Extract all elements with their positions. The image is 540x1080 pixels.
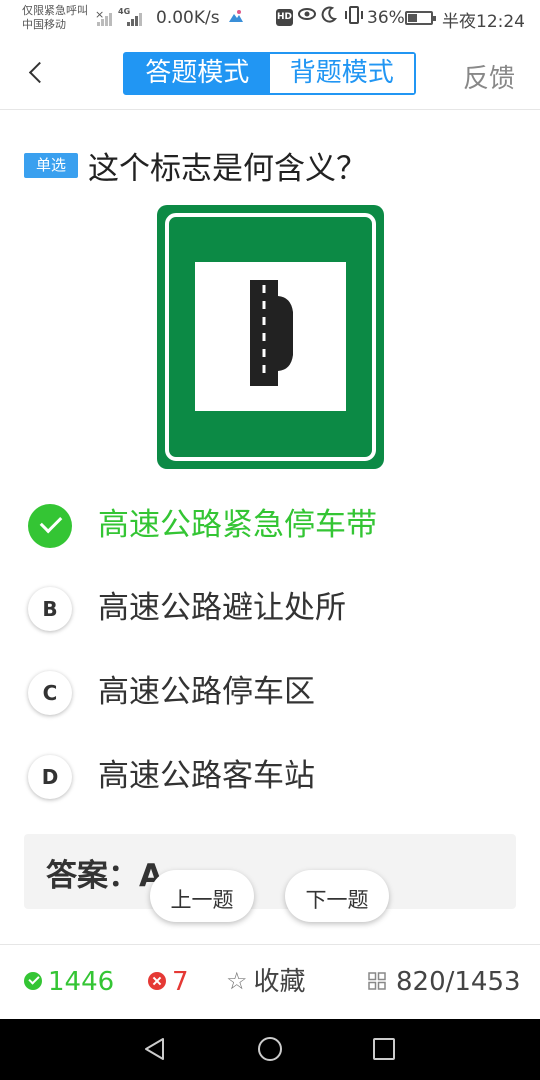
traffic-sign-image bbox=[157, 205, 384, 469]
no-signal-icon: × bbox=[95, 8, 105, 21]
favorite-label: 收藏 bbox=[253, 967, 306, 997]
next-question-button[interactable]: 下一题 bbox=[285, 870, 389, 922]
signal-strength-icon bbox=[127, 10, 142, 26]
option-c[interactable]: C 高速公路停车区 bbox=[28, 665, 508, 721]
hd-voice-icon: HD bbox=[276, 9, 293, 26]
bottom-toolbar: 1446 7 ☆ 收藏 820/1453 bbox=[0, 944, 540, 1019]
eye-comfort-icon bbox=[297, 6, 317, 27]
wrong-x-icon bbox=[148, 971, 166, 990]
grid-icon bbox=[368, 971, 386, 990]
wrong-count[interactable]: 7 bbox=[148, 966, 189, 998]
option-letter-badge: D bbox=[28, 755, 72, 799]
option-letter-badge: B bbox=[28, 587, 72, 631]
tab-memorize-mode[interactable]: 背题模式 bbox=[269, 54, 414, 93]
option-d[interactable]: D 高速公路客车站 bbox=[28, 749, 508, 805]
option-a[interactable]: 高速公路紧急停车带 bbox=[28, 498, 508, 554]
emergency-only-text: 仅限紧急呼叫 bbox=[22, 4, 88, 17]
network-speed: 0.00K/s bbox=[156, 8, 220, 28]
option-text: 高速公路客车站 bbox=[98, 758, 315, 794]
status-bar: 仅限紧急呼叫 中国移动 × 4G 0.00K/s HD 36% 半夜12:24 bbox=[0, 0, 540, 36]
nav-recents-icon[interactable] bbox=[372, 1037, 396, 1061]
nav-back-icon[interactable] bbox=[142, 1036, 168, 1062]
prev-question-button[interactable]: 上一题 bbox=[150, 870, 254, 922]
answer-panel: 答案：A bbox=[24, 834, 516, 909]
tab-answer-mode[interactable]: 答题模式 bbox=[125, 54, 270, 93]
favorite-button[interactable]: ☆ 收藏 bbox=[226, 966, 306, 998]
top-bar: 答题模式 背题模式 反馈 bbox=[0, 36, 540, 110]
back-arrow-icon[interactable] bbox=[26, 58, 52, 88]
correct-count-value: 1446 bbox=[48, 967, 115, 997]
carrier-info: 仅限紧急呼叫 中国移动 bbox=[22, 4, 88, 32]
carrier-name: 中国移动 bbox=[22, 18, 66, 31]
clock: 半夜12:24 bbox=[442, 12, 525, 32]
option-text: 高速公路避让处所 bbox=[98, 590, 346, 626]
progress-button[interactable]: 820/1453 bbox=[368, 966, 521, 998]
prev-question-label: 上一题 bbox=[170, 888, 234, 912]
feedback-button[interactable]: 反馈 bbox=[463, 58, 515, 95]
correct-count[interactable]: 1446 bbox=[24, 966, 114, 998]
vibrate-icon bbox=[344, 6, 364, 29]
option-letter-badge: C bbox=[28, 671, 72, 715]
gallery-notification-icon bbox=[228, 9, 244, 27]
correct-check-icon bbox=[28, 504, 72, 548]
battery-percent: 36% bbox=[367, 8, 405, 28]
correct-check-icon bbox=[24, 971, 42, 990]
star-icon: ☆ bbox=[226, 966, 248, 995]
option-text: 高速公路停车区 bbox=[98, 674, 315, 710]
nav-home-icon[interactable] bbox=[257, 1036, 283, 1062]
battery-icon bbox=[405, 11, 436, 25]
progress-value: 820/1453 bbox=[396, 967, 521, 997]
question-type-badge: 单选 bbox=[24, 153, 78, 178]
do-not-disturb-icon bbox=[321, 6, 338, 29]
system-navigation-bar bbox=[0, 1019, 540, 1080]
answer-text: 答案：A bbox=[46, 858, 163, 894]
option-text: 高速公路紧急停车带 bbox=[98, 507, 377, 543]
mode-switch: 答题模式 背题模式 bbox=[123, 52, 416, 95]
question-text: 这个标志是何含义？ bbox=[88, 151, 367, 187]
option-b[interactable]: B 高速公路避让处所 bbox=[28, 581, 508, 637]
next-question-label: 下一题 bbox=[305, 888, 369, 912]
wrong-count-value: 7 bbox=[172, 967, 189, 997]
